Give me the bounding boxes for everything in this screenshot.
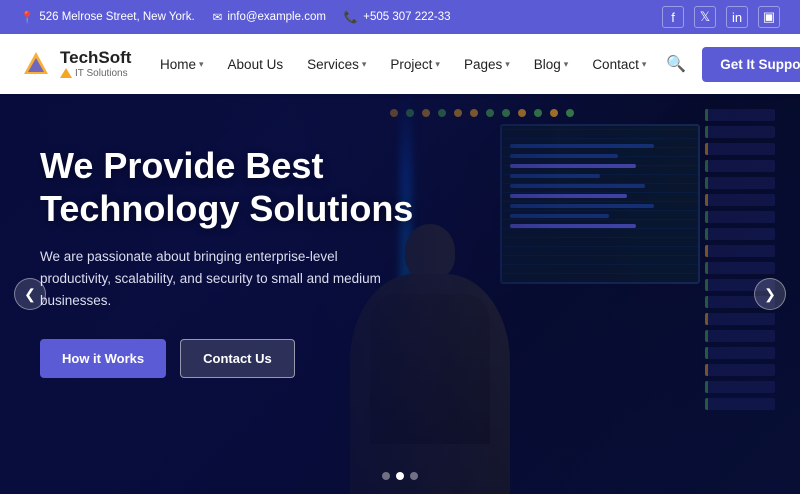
nav-project[interactable]: Project ▾ xyxy=(380,49,450,80)
logo-tagline: IT Solutions xyxy=(60,68,131,79)
email-text: info@example.com xyxy=(227,11,326,23)
email-icon: ✉ xyxy=(213,10,223,24)
nav-home[interactable]: Home ▾ xyxy=(150,49,214,80)
project-dropdown-icon: ▾ xyxy=(435,59,440,70)
hero-section: We Provide Best Technology Solutions We … xyxy=(0,94,800,494)
hero-title: We Provide Best Technology Solutions xyxy=(40,144,413,230)
location-icon: 📍 xyxy=(20,10,34,24)
linkedin-link[interactable]: in xyxy=(726,6,748,28)
nav-blog[interactable]: Blog ▾ xyxy=(524,49,579,80)
home-dropdown-icon: ▾ xyxy=(199,59,204,70)
social-links: f 𝕏 in ▣ xyxy=(662,6,780,28)
instagram-link[interactable]: ▣ xyxy=(758,6,780,28)
hero-dot-1[interactable] xyxy=(382,472,390,480)
facebook-link[interactable]: f xyxy=(662,6,684,28)
email-item: ✉ info@example.com xyxy=(213,10,326,24)
phone-text: +505 307 222-33 xyxy=(363,11,450,23)
logo-text: TechSoft IT Solutions xyxy=(60,49,131,79)
top-bar-contact: 📍 526 Melrose Street, New York. ✉ info@e… xyxy=(20,10,451,24)
pages-dropdown-icon: ▾ xyxy=(505,59,510,70)
get-support-button[interactable]: Get It Support xyxy=(702,47,800,82)
logo-icon xyxy=(20,48,52,80)
hero-prev-button[interactable]: ❮ xyxy=(14,278,46,310)
address-text: 526 Melrose Street, New York. xyxy=(39,11,194,23)
hero-content: We Provide Best Technology Solutions We … xyxy=(40,144,413,378)
phone-icon: 📞 xyxy=(344,10,358,24)
hero-dot-2[interactable] xyxy=(396,472,404,480)
logo-name: TechSoft xyxy=(60,49,131,68)
nav-links: Home ▾ About Us Services ▾ Project ▾ Pag… xyxy=(150,49,656,80)
services-dropdown-icon: ▾ xyxy=(362,59,367,70)
contact-dropdown-icon: ▾ xyxy=(642,59,647,70)
logo: TechSoft IT Solutions xyxy=(20,48,150,80)
contact-us-button[interactable]: Contact Us xyxy=(180,339,295,378)
search-icon[interactable]: 🔍 xyxy=(660,48,692,80)
twitter-link[interactable]: 𝕏 xyxy=(694,6,716,28)
logo-triangle-icon xyxy=(60,68,72,78)
main-navigation: TechSoft IT Solutions Home ▾ About Us Se… xyxy=(0,34,800,94)
hero-next-button[interactable]: ❯ xyxy=(754,278,786,310)
how-it-works-button[interactable]: How it Works xyxy=(40,339,166,378)
hero-dots-nav xyxy=(382,472,418,480)
hero-buttons: How it Works Contact Us xyxy=(40,339,413,378)
blog-dropdown-icon: ▾ xyxy=(564,59,569,70)
nav-pages[interactable]: Pages ▾ xyxy=(454,49,520,80)
address-item: 📍 526 Melrose Street, New York. xyxy=(20,10,195,24)
hero-subtitle: We are passionate about bringing enterpr… xyxy=(40,246,390,311)
phone-item: 📞 +505 307 222-33 xyxy=(344,10,451,24)
nav-services[interactable]: Services ▾ xyxy=(297,49,376,80)
top-bar: 📍 526 Melrose Street, New York. ✉ info@e… xyxy=(0,0,800,34)
hero-dot-3[interactable] xyxy=(410,472,418,480)
nav-about[interactable]: About Us xyxy=(218,49,294,80)
nav-contact[interactable]: Contact ▾ xyxy=(582,49,656,80)
